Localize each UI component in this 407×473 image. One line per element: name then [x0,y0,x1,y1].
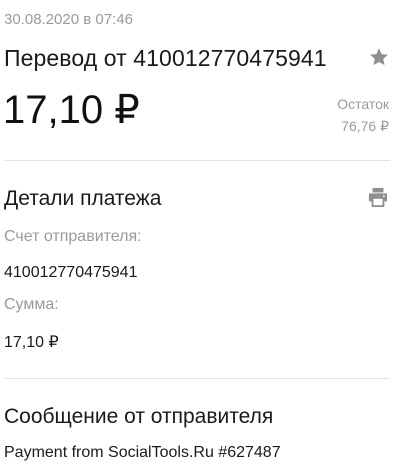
sender-account-value: 410012770475941 [4,264,138,281]
balance-label: Остаток [337,96,389,112]
sum-label: Сумма: [4,296,59,313]
operation-title: Перевод от 410012770475941 [4,45,327,71]
sender-account-label: Счет отправителя: [4,228,142,245]
sender-message-title: Сообщение от отправителя [4,405,274,428]
operation-amount: 17,10 ₽ [3,88,140,132]
printer-icon[interactable] [367,187,389,207]
sum-value: 17,10 ₽ [4,334,59,351]
divider [4,160,390,161]
sender-message-text: Payment from SocialTools.Ru #627487 [4,444,281,461]
star-icon[interactable] [368,46,390,68]
divider [4,378,390,379]
operation-timestamp: 30.08.2020 в 07:46 [4,11,133,28]
payment-details-title: Детали платежа [4,187,162,210]
balance-value: 76,76 ₽ [341,118,389,134]
